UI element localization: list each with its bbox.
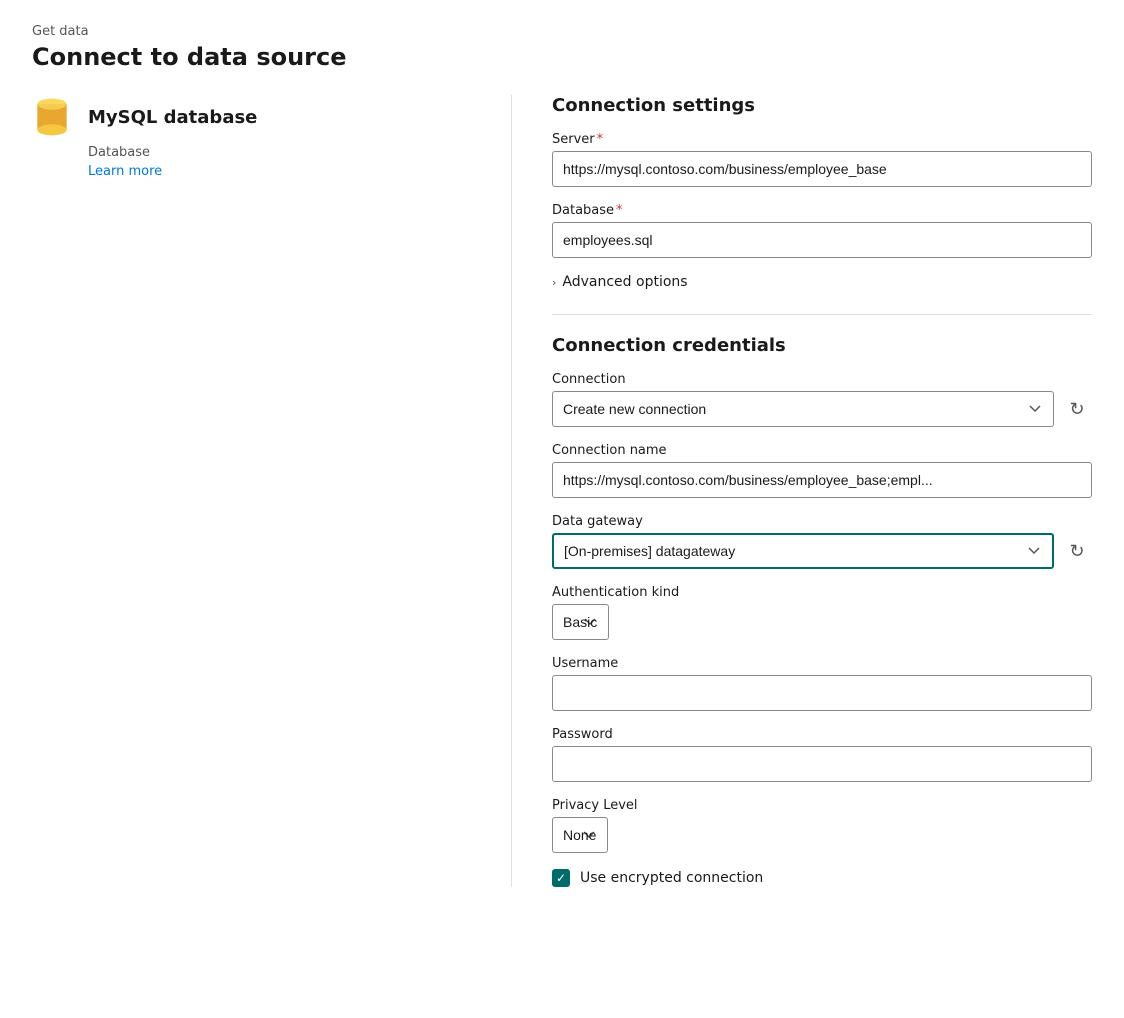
- checkmark-icon: ✓: [556, 872, 566, 884]
- database-required: *: [616, 203, 623, 218]
- breadcrumb: Get data: [32, 24, 1092, 39]
- data-gateway-refresh-button[interactable]: ↻: [1062, 536, 1092, 566]
- datasource-type: Database: [88, 145, 150, 160]
- credentials-title: Connection credentials: [552, 335, 1092, 356]
- database-field-group: Database*: [552, 203, 1092, 258]
- learn-more-link[interactable]: Learn more: [88, 164, 162, 179]
- datasource-name: MySQL database: [88, 107, 257, 128]
- privacy-level-field-group: Privacy Level None: [552, 798, 1092, 853]
- datasource-info: MySQL database Database Learn more: [32, 95, 471, 179]
- auth-kind-label: Authentication kind: [552, 585, 1092, 600]
- right-panel: Connection settings Server* Database* › …: [512, 95, 1092, 887]
- privacy-level-label: Privacy Level: [552, 798, 1092, 813]
- datasource-icon-row: MySQL database: [32, 95, 257, 139]
- page-title: Connect to data source: [32, 43, 1092, 71]
- data-gateway-dropdown[interactable]: [On-premises] datagateway: [552, 533, 1054, 569]
- use-encrypted-checkbox[interactable]: ✓: [552, 869, 570, 887]
- auth-kind-field-group: Authentication kind Basic: [552, 585, 1092, 640]
- database-label: Database*: [552, 203, 1092, 218]
- page-container: Get data Connect to data source: [0, 0, 1124, 1018]
- use-encrypted-label: Use encrypted connection: [580, 870, 763, 886]
- username-label: Username: [552, 656, 1092, 671]
- server-input[interactable]: [552, 151, 1092, 187]
- connection-field-group: Connection Create new connection ↻: [552, 372, 1092, 427]
- password-input[interactable]: [552, 746, 1092, 782]
- server-label: Server*: [552, 132, 1092, 147]
- database-input[interactable]: [552, 222, 1092, 258]
- server-field-group: Server*: [552, 132, 1092, 187]
- connection-name-label: Connection name: [552, 443, 1092, 458]
- auth-kind-dropdown[interactable]: Basic: [552, 604, 609, 640]
- connection-label: Connection: [552, 372, 1092, 387]
- connection-dropdown[interactable]: Create new connection: [552, 391, 1054, 427]
- connection-name-field-group: Connection name: [552, 443, 1092, 498]
- mysql-icon: [32, 95, 72, 139]
- server-required: *: [597, 132, 604, 147]
- connection-dropdown-wrapper: Create new connection ↻: [552, 391, 1092, 427]
- password-field-group: Password: [552, 727, 1092, 782]
- advanced-options-toggle[interactable]: › Advanced options: [552, 274, 1092, 290]
- username-field-group: Username: [552, 656, 1092, 711]
- connection-settings-title: Connection settings: [552, 95, 1092, 116]
- credentials-section: Connection credentials Connection Create…: [552, 335, 1092, 887]
- data-gateway-dropdown-wrapper: [On-premises] datagateway ↻: [552, 533, 1092, 569]
- encrypted-connection-row: ✓ Use encrypted connection: [552, 869, 1092, 887]
- left-panel: MySQL database Database Learn more: [32, 95, 512, 887]
- content-area: MySQL database Database Learn more Conne…: [32, 95, 1092, 887]
- password-label: Password: [552, 727, 1092, 742]
- connection-name-input[interactable]: [552, 462, 1092, 498]
- advanced-options-label: Advanced options: [562, 274, 687, 290]
- chevron-right-icon: ›: [552, 276, 556, 289]
- data-gateway-field-group: Data gateway [On-premises] datagateway ↻: [552, 514, 1092, 569]
- username-input[interactable]: [552, 675, 1092, 711]
- privacy-level-dropdown[interactable]: None: [552, 817, 608, 853]
- connection-refresh-button[interactable]: ↻: [1062, 394, 1092, 424]
- section-divider: [552, 314, 1092, 315]
- data-gateway-label: Data gateway: [552, 514, 1092, 529]
